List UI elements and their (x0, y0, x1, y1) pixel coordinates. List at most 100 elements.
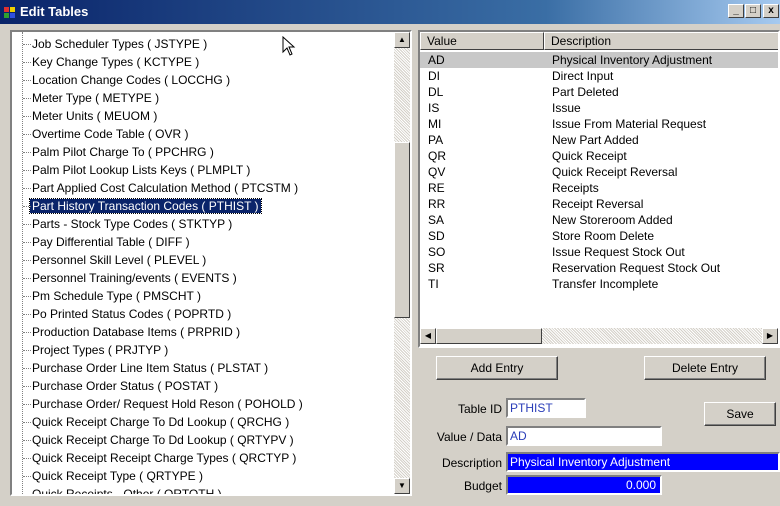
tree-item-label: Project Types ( PRJTYP ) (32, 343, 169, 357)
table-tree[interactable]: Job Scheduler Types ( JSTYPE ) Key Change… (10, 30, 412, 496)
tree-item[interactable]: Parts - Stock Type Codes ( STKTYP ) (23, 216, 233, 232)
budget-label: Budget (463, 479, 502, 493)
tree-item[interactable]: Quick Receipt Receipt Charge Types ( QRC… (23, 450, 296, 466)
row-value: SA (428, 213, 445, 227)
tree-connector (23, 458, 31, 459)
tree-item-label: Quick Receipt Type ( QRTYPE ) (32, 469, 203, 483)
tree-item-label: Purchase Order/ Request Hold Reson ( POH… (32, 397, 303, 411)
tree-connector (23, 350, 31, 351)
tree-item-label: Personnel Training/events ( EVENTS ) (32, 271, 237, 285)
delete-entry-button[interactable]: Delete Entry (644, 356, 766, 380)
tree-item-label: Pm Schedule Type ( PMSCHT ) (32, 289, 201, 303)
list-row[interactable]: DI Direct Input (420, 68, 778, 84)
tree-connector (23, 332, 31, 333)
tree-item[interactable]: Part Applied Cost Calculation Method ( P… (23, 180, 299, 196)
scroll-right-icon[interactable]: ▶ (762, 328, 778, 344)
list-row[interactable]: SO Issue Request Stock Out (420, 244, 778, 260)
tree-item-label: Palm Pilot Lookup Lists Keys ( PLMPLT ) (32, 163, 251, 177)
tree-item[interactable]: Meter Units ( MEUOM ) (23, 108, 157, 124)
row-description: Direct Input (552, 69, 614, 83)
tree-item[interactable]: Part History Transaction Codes ( PTHIST … (23, 198, 262, 214)
tree-item[interactable]: Palm Pilot Charge To ( PPCHRG ) (23, 144, 214, 160)
hscroll-thumb[interactable] (436, 328, 542, 344)
table-id-label: Table ID (457, 402, 502, 416)
tree-item[interactable]: Quick Receipt Charge To Dd Lookup ( QRCH… (23, 414, 289, 430)
row-value: AD (428, 53, 445, 67)
tree-scrollbar[interactable]: ▲ ▼ (394, 32, 410, 494)
app-icon (4, 7, 15, 18)
tree-item[interactable]: Personnel Training/events ( EVENTS ) (23, 270, 237, 286)
list-row[interactable]: DL Part Deleted (420, 84, 778, 100)
add-entry-button[interactable]: Add Entry (436, 356, 558, 380)
tree-connector (23, 476, 31, 477)
save-button[interactable]: Save (704, 402, 776, 426)
value-column-header[interactable]: Value (420, 32, 544, 50)
row-description: Quick Receipt Reversal (552, 165, 678, 179)
tree-item-label: Parts - Stock Type Codes ( STKTYP ) (32, 217, 233, 231)
row-description: Receipt Reversal (552, 197, 644, 211)
description-field[interactable]: Physical Inventory Adjustment (506, 452, 780, 472)
tree-item[interactable]: Po Printed Status Codes ( POPRTD ) (23, 306, 231, 322)
tree-item[interactable]: Purchase Order Line Item Status ( PLSTAT… (23, 360, 268, 376)
tree-item-label: Meter Type ( METYPE ) (32, 91, 160, 105)
scroll-thumb[interactable] (394, 142, 410, 318)
close-button[interactable]: x (763, 4, 779, 18)
scroll-left-icon[interactable]: ◀ (420, 328, 436, 344)
list-horizontal-scrollbar[interactable]: ◀ ▶ (420, 328, 778, 344)
row-value: SD (428, 229, 445, 243)
row-description: Issue Request Stock Out (552, 245, 685, 259)
tree-item[interactable]: Meter Type ( METYPE ) (23, 90, 160, 106)
tree-item[interactable]: Overtime Code Table ( OVR ) (23, 126, 189, 142)
list-row[interactable]: SD Store Room Delete (420, 228, 778, 244)
value-data-label: Value / Data (436, 430, 502, 444)
tree-item[interactable]: Pm Schedule Type ( PMSCHT ) (23, 288, 201, 304)
tree-item[interactable]: Purchase Order/ Request Hold Reson ( POH… (23, 396, 303, 412)
scroll-down-icon[interactable]: ▼ (394, 478, 410, 494)
budget-field[interactable]: 0.000 (506, 475, 662, 495)
description-column-header[interactable]: Description (544, 32, 778, 50)
value-data-field[interactable]: AD (506, 426, 662, 446)
list-row[interactable]: PA New Part Added (420, 132, 778, 148)
maximize-button[interactable]: □ (745, 4, 761, 18)
value-list[interactable]: Value Description AD Physical Inventory A… (418, 30, 780, 348)
tree-item[interactable]: Quick Receipt Charge To Dd Lookup ( QRTY… (23, 432, 294, 448)
tree-item[interactable]: Quick Receipt Type ( QRTYPE ) (23, 468, 203, 484)
row-value: SO (428, 245, 446, 259)
tree-connector (23, 188, 31, 189)
list-row[interactable]: QR Quick Receipt (420, 148, 778, 164)
tree-item[interactable]: Production Database Items ( PRPRID ) (23, 324, 240, 340)
list-row[interactable]: MI Issue From Material Request (420, 116, 778, 132)
list-row[interactable]: AD Physical Inventory Adjustment (420, 52, 778, 68)
list-row[interactable]: TI Transfer Incomplete (420, 276, 778, 292)
tree-connector (23, 422, 31, 423)
table-id-field[interactable]: PTHIST (506, 398, 586, 418)
list-row[interactable]: RR Receipt Reversal (420, 196, 778, 212)
row-description: New Storeroom Added (552, 213, 673, 227)
tree-item-label: Job Scheduler Types ( JSTYPE ) (32, 37, 208, 51)
row-value: IS (428, 101, 440, 115)
tree-connector (23, 314, 31, 315)
tree-item[interactable]: Quick Receipts - Other ( QRTOTH ) (32, 486, 222, 494)
tree-item[interactable]: Palm Pilot Lookup Lists Keys ( PLMPLT ) (23, 162, 251, 178)
tree-item-label: Location Change Codes ( LOCCHG ) (32, 73, 231, 87)
tree-item[interactable]: Project Types ( PRJTYP ) (23, 342, 169, 358)
tree-item[interactable]: Key Change Types ( KCTYPE ) (23, 54, 199, 70)
row-description: Issue (552, 101, 581, 115)
list-row[interactable]: RE Receipts (420, 180, 778, 196)
scroll-up-icon[interactable]: ▲ (394, 32, 410, 48)
tree-item-label: Part Applied Cost Calculation Method ( P… (32, 181, 299, 195)
list-row[interactable]: IS Issue (420, 100, 778, 116)
tree-connector (23, 152, 31, 153)
list-row[interactable]: SA New Storeroom Added (420, 212, 778, 228)
tree-item[interactable]: Pay Differential Table ( DIFF ) (23, 234, 190, 250)
minimize-button[interactable]: _ (728, 4, 744, 18)
tree-connector (23, 278, 31, 279)
row-description: Part Deleted (552, 85, 619, 99)
window-title: Edit Tables (20, 4, 89, 19)
tree-item[interactable]: Job Scheduler Types ( JSTYPE ) (23, 36, 208, 52)
tree-item[interactable]: Location Change Codes ( LOCCHG ) (23, 72, 231, 88)
list-row[interactable]: QV Quick Receipt Reversal (420, 164, 778, 180)
tree-item[interactable]: Personnel Skill Level ( PLEVEL ) (23, 252, 206, 268)
tree-item[interactable]: Purchase Order Status ( POSTAT ) (23, 378, 218, 394)
list-row[interactable]: SR Reservation Request Stock Out (420, 260, 778, 276)
